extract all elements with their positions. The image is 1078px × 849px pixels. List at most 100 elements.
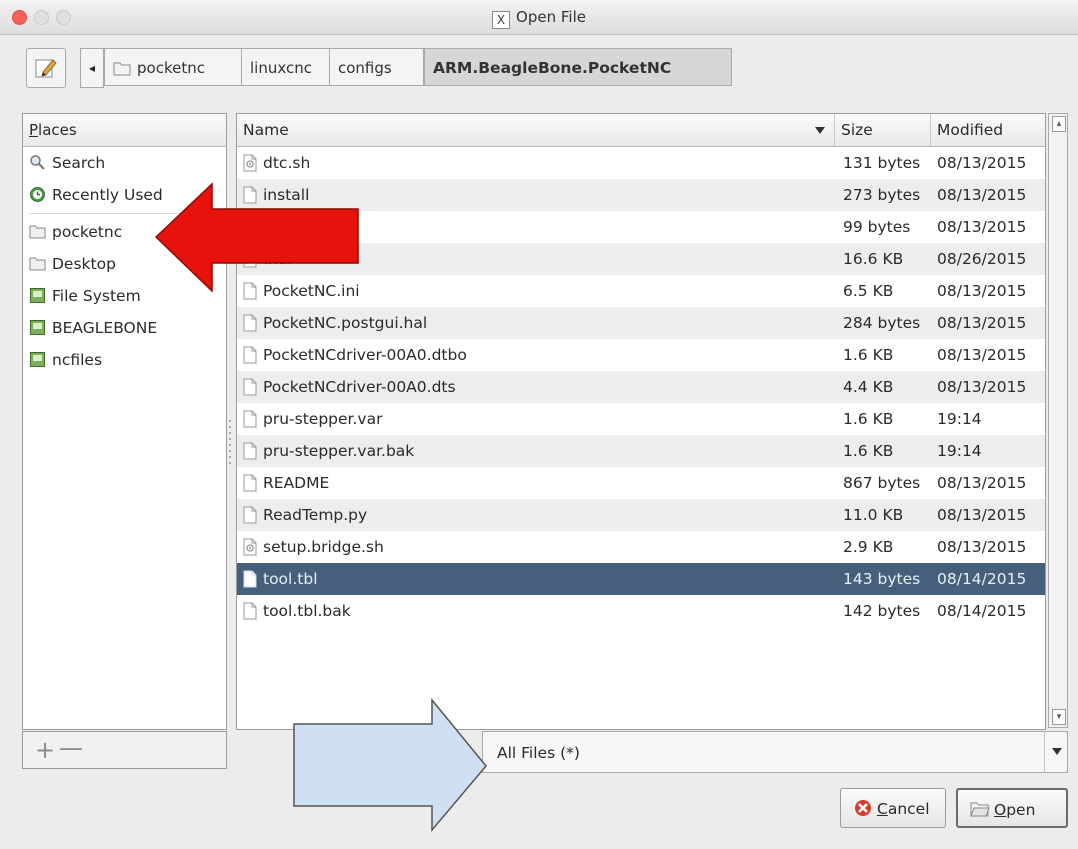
cancel-mnemonic: C bbox=[877, 800, 888, 818]
file-modified-cell: 08/13/2015 bbox=[937, 346, 1027, 364]
file-name-label: tool.tbl bbox=[263, 570, 318, 588]
file-row[interactable]: PocketNC.ini 6.5 KB 08/13/2015 bbox=[237, 275, 1045, 307]
file-size-cell: 6.5 KB bbox=[843, 282, 894, 300]
file-size-cell: 99 bytes bbox=[843, 218, 911, 236]
file-size-cell: 273 bytes bbox=[843, 186, 921, 204]
file-type-filter-select[interactable]: All Files (*) bbox=[482, 731, 1068, 773]
filter-value: All Files (*) bbox=[497, 744, 580, 762]
file-list: Name Size Modified dtc.sh 131 bytes 08/13/… bbox=[236, 113, 1046, 730]
path-crumb-label: configs bbox=[338, 59, 392, 77]
file-row[interactable]: install 273 bytes 08/13/2015 bbox=[237, 179, 1045, 211]
file-name-label: dtc.sh bbox=[263, 154, 311, 172]
file-size-cell: 131 bytes bbox=[843, 154, 921, 172]
open-button[interactable]: Open bbox=[956, 788, 1068, 828]
file-size-cell: 142 bytes bbox=[843, 602, 921, 620]
file-row[interactable]: ReadTemp.py 11.0 KB 08/13/2015 bbox=[237, 499, 1045, 531]
pane-resize-handle[interactable] bbox=[228, 418, 232, 466]
file-row[interactable]: PocketNC.postgui.hal 284 bytes 08/13/2015 bbox=[237, 307, 1045, 339]
file-name-cell: pru-stepper.var bbox=[243, 403, 382, 435]
file-name-cell: PocketNC.ini bbox=[243, 275, 360, 307]
sidebar-item-label: Desktop bbox=[52, 255, 116, 273]
file-row[interactable]: setup.bridge.sh 2.9 KB 08/13/2015 bbox=[237, 531, 1045, 563]
file-name-cell: tool.tbl bbox=[243, 563, 318, 595]
sidebar-item-pocketnc[interactable]: pocketnc bbox=[23, 216, 226, 248]
remove-place-button[interactable]: — bbox=[59, 734, 83, 762]
file-name-label: PocketNC.postgui.hal bbox=[263, 314, 428, 332]
script-icon bbox=[243, 154, 257, 172]
pencil-icon bbox=[35, 59, 57, 78]
file-size-cell: 2.9 KB bbox=[843, 538, 894, 556]
file-name-label: PocketNC.ini bbox=[263, 282, 360, 300]
file-icon bbox=[243, 474, 257, 492]
sidebar-item-beaglebone[interactable]: BEAGLEBONE bbox=[23, 312, 226, 344]
places-header[interactable]: Places bbox=[23, 114, 226, 147]
file-name-cell: install bbox=[243, 179, 309, 211]
file-icon bbox=[243, 250, 257, 268]
cancel-button[interactable]: Cancel bbox=[840, 788, 946, 828]
script-icon bbox=[243, 538, 257, 556]
file-row[interactable]: PocketNCdriver-00A0.dtbo 1.6 KB 08/13/2015 bbox=[237, 339, 1045, 371]
file-size-cell: 1.6 KB bbox=[843, 442, 894, 460]
path-crumb-configs[interactable]: configs bbox=[329, 48, 424, 86]
file-modified-cell: 19:14 bbox=[937, 410, 982, 428]
file-name-label: PocketNCdriver-00A0.dtbo bbox=[263, 346, 467, 364]
open-label: pen bbox=[1006, 801, 1036, 819]
file-row[interactable]: pru-stepper.var.bak 1.6 KB 19:14 bbox=[237, 435, 1045, 467]
file-name-cell: PocketNCdriver-00A0.dtbo bbox=[243, 339, 467, 371]
file-row[interactable]: dtc.sh 131 bytes 08/13/2015 bbox=[237, 147, 1045, 179]
path-crumb-linuxcnc[interactable]: linuxcnc bbox=[241, 48, 330, 86]
type-location-button[interactable] bbox=[26, 48, 66, 88]
sort-descending-icon bbox=[815, 127, 825, 134]
file-row[interactable]: README 867 bytes 08/13/2015 bbox=[237, 467, 1045, 499]
add-place-button[interactable]: + bbox=[35, 736, 55, 764]
file-name-label: ReadTemp.py bbox=[263, 506, 368, 524]
folder-icon bbox=[29, 257, 46, 271]
file-size-cell: 867 bytes bbox=[843, 474, 921, 492]
sidebar-item-desktop[interactable]: Desktop bbox=[23, 248, 226, 280]
cancel-icon bbox=[855, 800, 871, 816]
sidebar-item-search[interactable]: Search bbox=[23, 147, 226, 179]
file-modified-cell: 08/13/2015 bbox=[937, 218, 1027, 236]
path-crumb-pocketnc[interactable]: pocketnc bbox=[104, 48, 242, 86]
file-row[interactable]: pru-stepper.var 1.6 KB 19:14 bbox=[237, 403, 1045, 435]
recent-icon bbox=[30, 187, 45, 202]
file-icon bbox=[243, 218, 257, 236]
drive-icon bbox=[30, 320, 45, 335]
path-crumb-current[interactable]: ARM.BeagleBone.PocketNC bbox=[424, 48, 732, 86]
drive-icon bbox=[30, 288, 45, 303]
file-size-cell: 4.4 KB bbox=[843, 378, 894, 396]
path-crumb-label: pocketnc bbox=[137, 59, 205, 77]
sidebar-item-label: File System bbox=[52, 287, 141, 305]
file-name-label: pru-stepper.var bbox=[263, 410, 383, 428]
column-header-size[interactable]: Size bbox=[835, 114, 931, 146]
file-modified-cell: 08/13/2015 bbox=[937, 378, 1027, 396]
file-name-cell: PocketNCdriver-00A0.dts bbox=[243, 371, 456, 403]
sidebar-item-recently-used[interactable]: Recently Used bbox=[23, 179, 226, 211]
path-scroll-left-button[interactable]: ◂ bbox=[80, 48, 104, 88]
places-sidebar: Places Search Recently Used pocketnc Des… bbox=[22, 113, 227, 730]
file-row[interactable]: .hal 16.6 KB 08/26/2015 bbox=[237, 243, 1045, 275]
sidebar-item-label: Search bbox=[52, 154, 106, 172]
file-row[interactable]: tool.tbl.bak 142 bytes 08/14/2015 bbox=[237, 595, 1045, 627]
file-row[interactable]: PocketNCdriver-00A0.dts 4.4 KB 08/13/2015 bbox=[237, 371, 1045, 403]
file-name-label: install bbox=[263, 186, 310, 204]
scroll-up-button[interactable]: ▴ bbox=[1052, 116, 1066, 132]
folder-icon bbox=[113, 62, 131, 76]
file-row[interactable]: 99 bytes 08/13/2015 bbox=[237, 211, 1045, 243]
sidebar-item-ncfiles[interactable]: ncfiles bbox=[23, 344, 226, 376]
file-size-cell: 1.6 KB bbox=[843, 410, 894, 428]
sidebar-item-file-system[interactable]: File System bbox=[23, 280, 226, 312]
sidebar-item-label: Recently Used bbox=[52, 186, 163, 204]
scroll-down-button[interactable]: ▾ bbox=[1052, 709, 1066, 725]
chevron-down-icon[interactable] bbox=[1044, 731, 1068, 773]
window-title: X Open File bbox=[0, 8, 1078, 29]
folder-icon bbox=[29, 225, 46, 239]
column-header-name[interactable]: Name bbox=[237, 114, 835, 146]
file-icon bbox=[243, 410, 257, 428]
file-row[interactable]: tool.tbl 143 bytes 08/14/2015 bbox=[237, 563, 1045, 595]
file-name-label: PocketNCdriver-00A0.dts bbox=[263, 378, 456, 396]
column-header-modified[interactable]: Modified bbox=[931, 114, 1045, 146]
file-icon bbox=[243, 602, 257, 620]
file-modified-cell: 08/13/2015 bbox=[937, 506, 1027, 524]
file-list-scrollbar[interactable]: ▴ ▾ bbox=[1048, 113, 1068, 728]
